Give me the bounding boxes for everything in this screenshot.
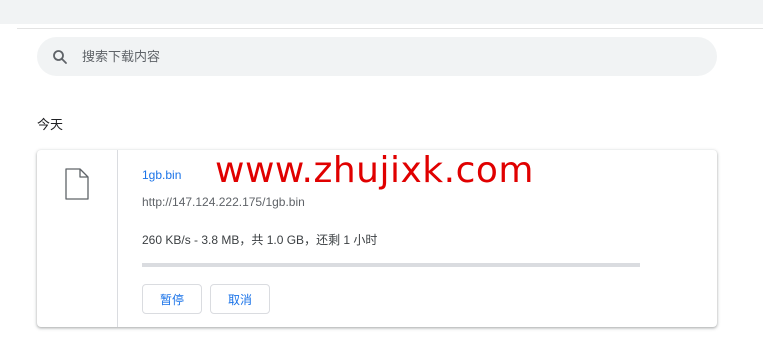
search-input[interactable] [82, 41, 682, 72]
search-icon[interactable] [51, 48, 69, 66]
search-bar[interactable] [37, 37, 717, 76]
file-icon [64, 168, 90, 205]
divider [17, 28, 763, 29]
progress-bar-fill [142, 263, 144, 267]
watermark-text: www.zhujixk.com [215, 150, 534, 191]
date-section-heading: 今天 [37, 117, 64, 132]
pause-button[interactable]: 暂停 [142, 284, 202, 314]
file-name-link[interactable]: 1gb.bin [142, 168, 181, 182]
file-icon-column [37, 150, 118, 327]
downloads-page: 今天 1gb.bin http://147.124.222.175/1gb.bi… [0, 0, 763, 351]
source-url[interactable]: http://147.124.222.175/1gb.bin [142, 195, 305, 209]
top-toolbar-strip [0, 0, 763, 24]
cancel-button[interactable]: 取消 [210, 284, 270, 314]
progress-bar [142, 263, 640, 267]
download-status: 260 KB/s - 3.8 MB，共 1.0 GB，还剩 1 小时 [142, 233, 378, 247]
